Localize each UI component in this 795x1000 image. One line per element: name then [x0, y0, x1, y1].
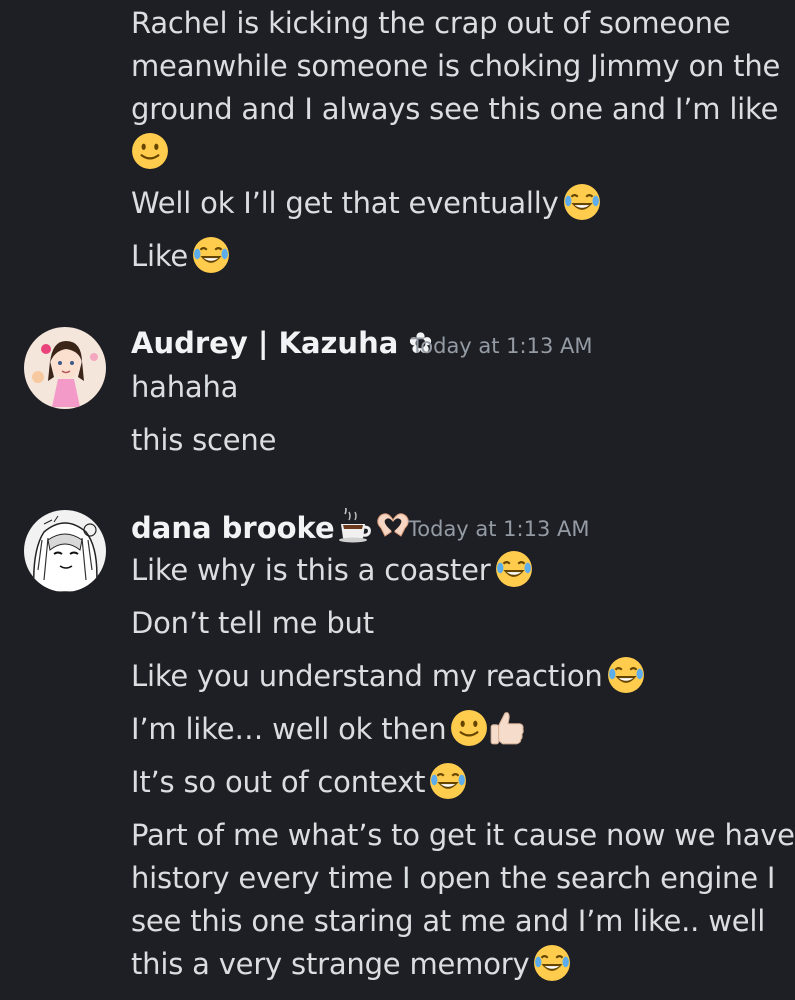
avatar[interactable]	[24, 510, 106, 592]
message-text: this a very strange memory	[131, 947, 530, 981]
message-text: Like why is this a coaster	[131, 553, 491, 587]
message-text: Like	[131, 239, 189, 273]
timestamp[interactable]: Today at 1:13 AM	[408, 516, 590, 542]
message-line: Rachel is kicking the crap out of someon…	[131, 6, 731, 40]
message-line: Don’t tell me but	[131, 606, 374, 640]
message-text: Well ok I’ll get that eventually	[131, 186, 559, 220]
message-line: Well ok I’ll get that eventually	[131, 182, 601, 225]
message-line: Like you understand my reaction	[131, 655, 645, 698]
message-line: ground and I always see this one and I’m…	[131, 92, 779, 126]
anime-girl-avatar-icon	[24, 327, 106, 409]
message-line: history every time I open the search eng…	[131, 861, 776, 895]
joy-emoji-icon[interactable]	[192, 236, 230, 274]
message-line: I’m like… well ok then	[131, 708, 526, 751]
joy-emoji-icon[interactable]	[495, 550, 533, 588]
joy-emoji-icon[interactable]	[429, 762, 467, 800]
message-text: I’m like… well ok then	[131, 712, 447, 746]
joy-emoji-icon[interactable]	[563, 183, 601, 221]
timestamp[interactable]: Today at 1:13 AM	[411, 333, 593, 359]
avatar[interactable]	[24, 327, 106, 409]
joy-emoji-icon[interactable]	[533, 944, 571, 982]
slightly-smiling-face-icon[interactable]	[450, 709, 488, 747]
author-name-wrap[interactable]: dana brooke	[131, 508, 411, 546]
author-name[interactable]: dana brooke	[131, 511, 335, 545]
message-line-emoji	[131, 131, 169, 174]
message-text: It’s so out of context	[131, 765, 426, 799]
message-line: Like why is this a coaster	[131, 549, 533, 592]
message-line: Like	[131, 235, 230, 278]
author-name[interactable]: Audrey | Kazuha ✿	[131, 325, 433, 361]
message-line: see this one staring at me and I’m like.…	[131, 904, 766, 938]
message-line: hahaha	[131, 370, 239, 404]
message-line: this scene	[131, 423, 277, 457]
slightly-smiling-face-icon[interactable]	[131, 132, 169, 170]
message-line: It’s so out of context	[131, 761, 467, 804]
hot-beverage-icon	[337, 508, 373, 544]
message-text: Like you understand my reaction	[131, 659, 603, 693]
joy-emoji-icon[interactable]	[607, 656, 645, 694]
message-line: this a very strange memory	[131, 943, 571, 986]
heart-hands-icon	[375, 508, 411, 544]
message-line: Part of me what’s to get it cause now we…	[131, 818, 795, 852]
sketch-girl-avatar-icon	[24, 510, 106, 592]
message-line: meanwhile someone is choking Jimmy on th…	[131, 49, 781, 83]
thumbs-up-icon[interactable]	[488, 709, 526, 747]
